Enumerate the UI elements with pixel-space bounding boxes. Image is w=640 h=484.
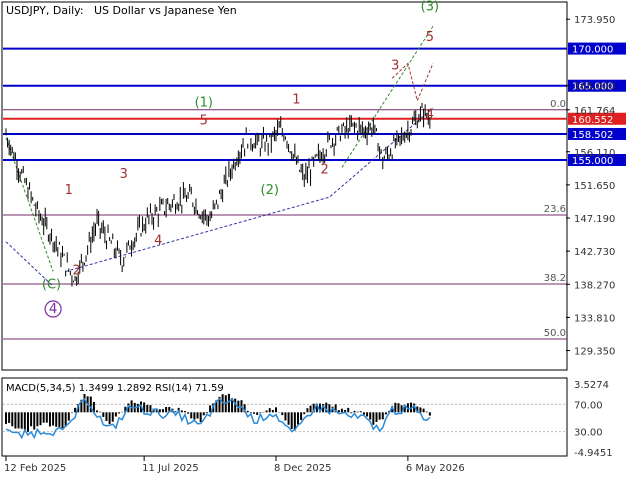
chart-symbol: USDJPY, Daily: — [6, 4, 84, 17]
price-tick-label: 142.730 — [574, 247, 615, 258]
price-tick-label: 147.190 — [574, 214, 615, 225]
price-tick-label: 129.350 — [574, 347, 615, 358]
price-tick-label: 151.650 — [574, 181, 615, 192]
wave-label: 4 — [426, 107, 434, 122]
wave-label: (C) — [42, 278, 61, 293]
wave-label: 5 — [200, 113, 208, 128]
time-tick-label: 12 Feb 2025 — [4, 463, 66, 474]
indicator-tick-label: 70.00 — [574, 400, 603, 411]
wave-label: 3 — [391, 58, 399, 73]
price-tick-label: 156.110 — [574, 148, 615, 159]
time-tick-label: 8 Dec 2025 — [274, 463, 332, 474]
wave-label: 4 — [49, 302, 57, 317]
price-tick-label: 161.764 — [574, 106, 615, 117]
fib-label: 50.0 — [544, 328, 566, 339]
indicator-tick-label: 30.00 — [574, 428, 603, 439]
chart-root: USDJPY, Daily: US Dollar vs Japanese Yen… — [0, 0, 640, 480]
price-axis: 173.950 165.000 161.764 156.110 151.650 147.1… — [566, 15, 615, 358]
price-tick-label: 133.810 — [574, 313, 615, 324]
wave-label: 1 — [292, 93, 300, 108]
wave-label: (1) — [195, 96, 213, 111]
price-panel — [1, 1, 568, 371]
indicator-tick-label: -4.9451 — [574, 448, 613, 459]
level-tag-text: 170.000 — [572, 45, 613, 56]
wave-label: (3) — [421, 0, 439, 15]
fib-label: 23.6 — [544, 204, 566, 215]
wave-label: (2) — [261, 183, 279, 198]
price-tick-label: 173.950 — [574, 15, 615, 26]
wave-label: 3 — [120, 167, 128, 182]
wave-label: 4 — [154, 234, 162, 249]
wave-label: 2 — [321, 162, 329, 177]
price-tick-label: 165.000 — [574, 82, 615, 93]
wave-label: 1 — [65, 183, 73, 198]
time-tick-label: 6 May 2026 — [406, 463, 465, 474]
wave-label: 5 — [426, 30, 434, 45]
chart-description: US Dollar vs Japanese Yen — [94, 4, 237, 17]
indicator-tick-label: 3.5274 — [574, 380, 609, 391]
fib-label: 0.0 — [550, 99, 566, 110]
price-tick-label: 138.270 — [574, 280, 615, 291]
indicator-label: MACD(5,34,5) 1.3499 1.2892 RSI(14) 71.59 — [6, 383, 224, 394]
chart-canvas: USDJPY, Daily: US Dollar vs Japanese Yen… — [1, 0, 626, 474]
wave-label: 2 — [73, 263, 81, 278]
time-axis: 12 Feb 2025 11 Jul 2025 8 Dec 2025 6 May 20… — [4, 456, 465, 474]
fib-label: 38.2 — [544, 273, 566, 284]
level-tag-text: 158.502 — [572, 130, 613, 141]
time-tick-label: 11 Jul 2025 — [142, 463, 199, 474]
